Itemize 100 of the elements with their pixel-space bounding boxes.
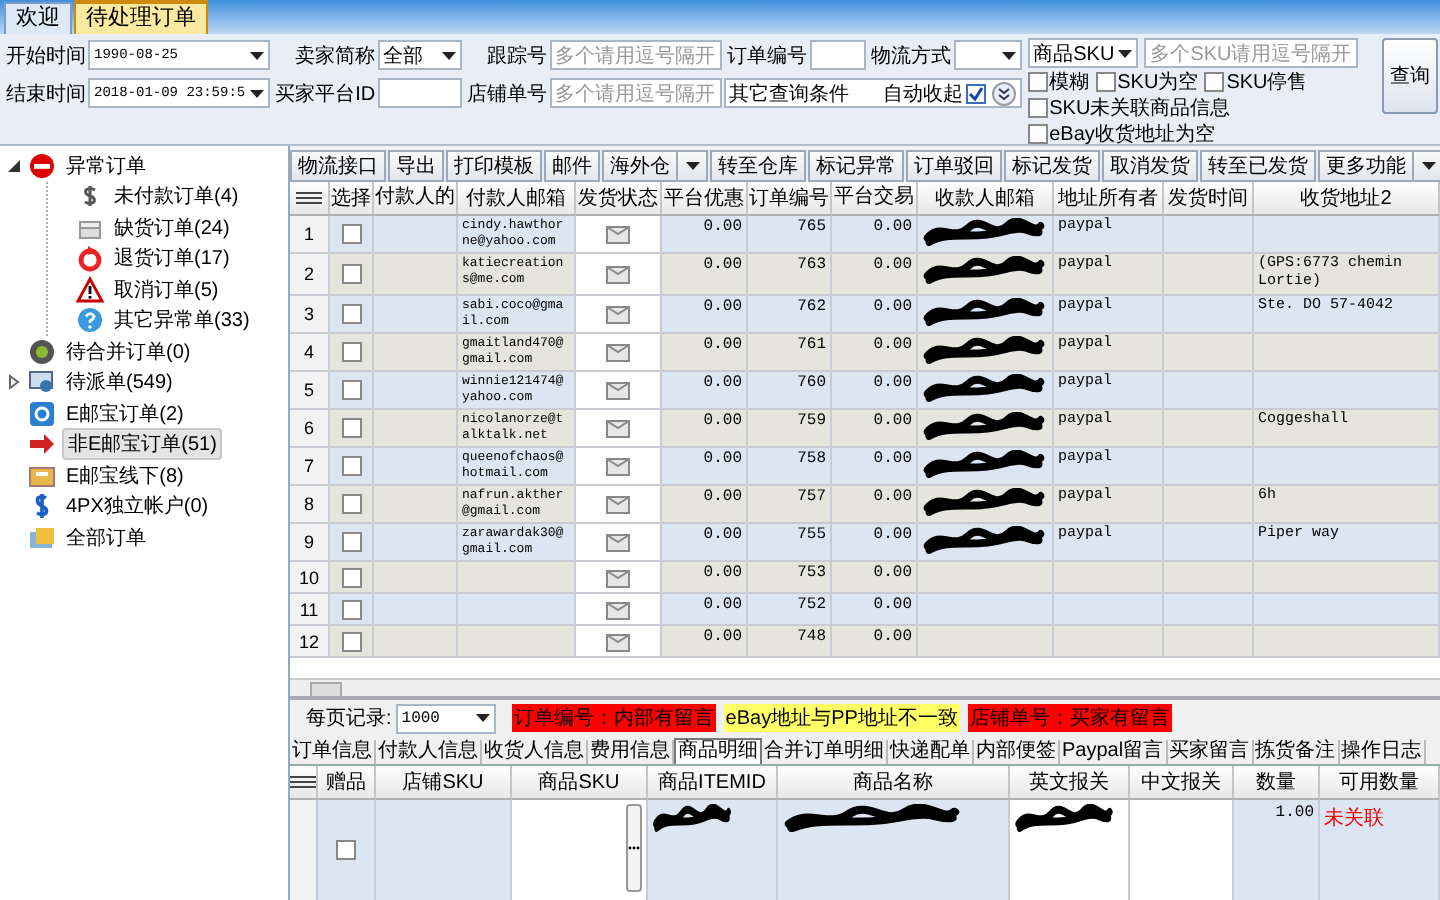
table-cell: 0.00 xyxy=(832,296,918,334)
toolbar-button[interactable]: 更多功能 xyxy=(1318,150,1440,182)
toolbar-button[interactable]: 海外仓 xyxy=(602,150,708,182)
tree-item[interactable]: E邮宝线下(8) xyxy=(62,461,188,490)
other-conditions-field[interactable]: 其它查询条件 自动收起 xyxy=(723,78,1022,108)
column-header[interactable]: 收款人邮箱 xyxy=(918,182,1054,216)
checkbox[interactable] xyxy=(341,532,361,552)
tree-item[interactable]: 取消订单(5) xyxy=(110,275,223,304)
envelope-icon xyxy=(606,418,630,438)
checkbox[interactable] xyxy=(1095,71,1116,91)
tab[interactable]: 欢迎 xyxy=(4,2,72,34)
checkbox[interactable] xyxy=(341,567,361,587)
checkbox[interactable] xyxy=(341,599,361,619)
checkbox[interactable] xyxy=(1027,97,1048,117)
column-header[interactable]: 发货状态 xyxy=(576,182,662,216)
checkbox[interactable] xyxy=(341,380,361,400)
tree-item[interactable]: 全部订单 xyxy=(62,523,150,552)
table-cell xyxy=(1164,296,1254,334)
toolbar-button[interactable]: 转至已发货 xyxy=(1200,150,1316,182)
tab[interactable]: 合并订单明细 xyxy=(762,740,888,764)
toolbar-button[interactable]: 打印模板 xyxy=(446,150,542,182)
checkbox[interactable] xyxy=(341,631,361,651)
checkbox[interactable] xyxy=(965,83,986,103)
toolbar-button[interactable]: 物流接口 xyxy=(290,150,386,182)
seller-dropdown[interactable]: 全部 xyxy=(377,40,462,70)
checkbox[interactable] xyxy=(341,342,361,362)
checkbox[interactable] xyxy=(1204,71,1225,91)
toolbar-button[interactable]: 标记异常 xyxy=(808,150,904,182)
query-button[interactable]: 查询 xyxy=(1382,38,1438,114)
tab[interactable]: 快递配单 xyxy=(888,740,974,764)
shipping-dropdown[interactable] xyxy=(953,40,1022,70)
column-header[interactable]: 付款人邮箱 xyxy=(458,182,576,216)
tab[interactable]: 待处理订单 xyxy=(74,0,208,34)
column-header[interactable]: 付款人的 xyxy=(374,182,458,216)
field-label: 店铺单号 xyxy=(465,81,548,107)
tab[interactable]: 商品明细 xyxy=(674,738,762,764)
toolbar-button[interactable]: 取消发货 xyxy=(1102,150,1198,182)
tab[interactable]: 付款人信息 xyxy=(376,740,482,764)
column-header[interactable]: 店铺SKU xyxy=(376,766,512,800)
tree-item[interactable]: 待合并订单(0) xyxy=(62,337,195,366)
column-menu-icon[interactable] xyxy=(290,776,316,788)
column-header[interactable]: 赠品 xyxy=(318,766,376,800)
column-header[interactable]: 收货地址2 xyxy=(1254,182,1440,216)
checkbox[interactable] xyxy=(336,840,356,860)
tab[interactable]: 订单信息 xyxy=(290,740,376,764)
column-header[interactable]: 可用数量 xyxy=(1320,766,1440,800)
page-size-dropdown[interactable]: 1000 xyxy=(395,703,496,733)
tab[interactable]: 内部便签 xyxy=(974,740,1060,764)
column-header[interactable]: 订单编号 xyxy=(748,182,832,216)
tree-item[interactable]: E邮宝订单(2) xyxy=(62,399,188,428)
toolbar-button[interactable]: 转至仓库 xyxy=(710,150,806,182)
expand-arrow-icon[interactable] xyxy=(6,374,22,391)
collapse-arrow-icon[interactable] xyxy=(6,157,22,174)
tree-item[interactable]: 非E邮宝订单(51) xyxy=(62,428,223,461)
checkbox[interactable] xyxy=(341,264,361,284)
column-menu-icon[interactable] xyxy=(296,192,322,204)
row-number: 10 xyxy=(290,562,330,594)
column-header[interactable]: 中文报关 xyxy=(1130,766,1234,800)
order-number-field[interactable] xyxy=(809,40,866,70)
column-header[interactable]: 平台交易 xyxy=(832,182,918,216)
column-header[interactable]: 选择 xyxy=(330,182,374,216)
tree-item[interactable]: 异常订单 xyxy=(62,151,150,180)
toolbar-button[interactable]: 订单驳回 xyxy=(906,150,1002,182)
column-header[interactable]: 商品名称 xyxy=(778,766,1010,800)
checkbox[interactable] xyxy=(341,456,361,476)
tab[interactable]: 收货人信息 xyxy=(482,740,588,764)
checkbox[interactable] xyxy=(341,494,361,514)
column-header[interactable]: 商品ITEMID xyxy=(648,766,778,800)
checkbox[interactable] xyxy=(1027,71,1048,91)
tree-item[interactable]: 缺货订单(24) xyxy=(110,213,234,242)
column-header[interactable]: 商品SKU xyxy=(512,766,648,800)
column-header[interactable]: 英文报关 xyxy=(1010,766,1130,800)
tree-item[interactable]: 4PX独立帐户(0) xyxy=(62,492,213,521)
column-header[interactable]: 数量 xyxy=(1234,766,1320,800)
collapse-chevron-icon[interactable] xyxy=(991,81,1016,105)
tree-item[interactable]: 退货订单(17) xyxy=(110,244,234,273)
checkbox[interactable] xyxy=(1027,123,1048,143)
tab[interactable]: 买家留言 xyxy=(1167,740,1254,764)
tab[interactable]: 操作日志 xyxy=(1339,740,1426,764)
checkbox[interactable] xyxy=(341,224,361,244)
row-number: 1 xyxy=(290,216,330,254)
buyer-id-field[interactable] xyxy=(377,78,462,108)
dropdown-caret-icon xyxy=(1001,51,1016,59)
refresh-icon xyxy=(76,244,104,273)
row-number: 9 xyxy=(290,524,330,562)
sku-type-dropdown[interactable]: 商品SKU xyxy=(1027,38,1139,68)
tab[interactable]: 拣货备注 xyxy=(1253,740,1340,764)
toolbar-button[interactable]: 标记发货 xyxy=(1004,150,1100,182)
tab[interactable]: Paypal留言 xyxy=(1060,740,1168,764)
column-header[interactable]: 地址所有者 xyxy=(1054,182,1164,216)
toolbar-button[interactable]: 导出 xyxy=(388,150,444,182)
column-header[interactable]: 平台优惠 xyxy=(662,182,748,216)
browse-button[interactable] xyxy=(626,804,642,892)
checkbox[interactable] xyxy=(341,304,361,324)
tree-item[interactable]: 其它异常单(33) xyxy=(110,306,254,335)
tree-item[interactable]: 待派单(549) xyxy=(62,368,177,397)
tree-item[interactable]: 未付款订单(4) xyxy=(110,182,243,211)
checkbox[interactable] xyxy=(341,418,361,438)
column-header[interactable]: 发货时间 xyxy=(1164,182,1254,216)
toolbar-button[interactable]: 邮件 xyxy=(544,150,600,182)
